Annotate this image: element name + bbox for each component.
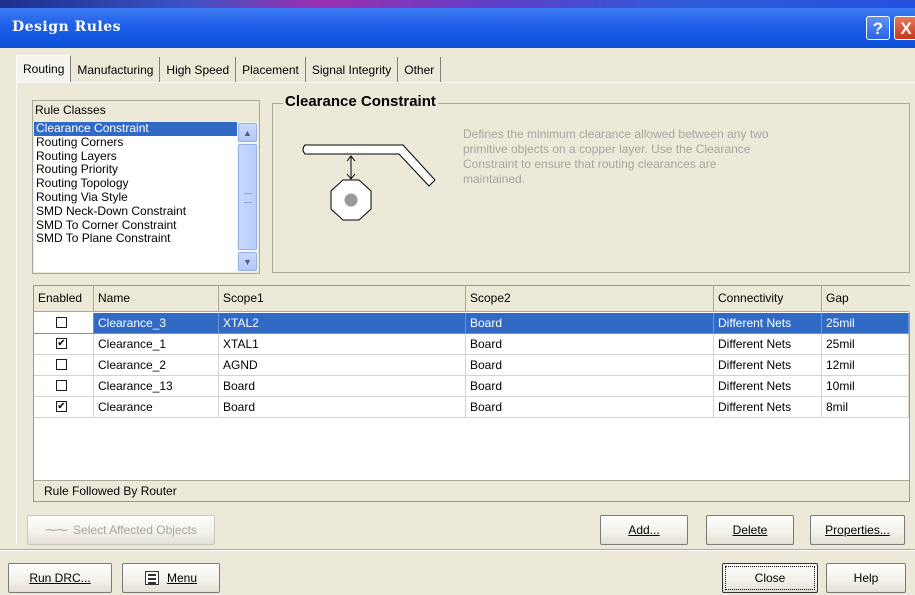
scroll-thumb[interactable]	[238, 144, 257, 250]
rule-class-smd-neck-down[interactable]: SMD Neck-Down Constraint	[34, 204, 237, 219]
close-icon[interactable]: X	[894, 16, 915, 40]
tab-routing[interactable]: Routing	[16, 55, 72, 82]
name-cell[interactable]: Clearance_2	[94, 355, 219, 376]
rule-class-routing-topology[interactable]: Routing Topology	[34, 176, 237, 191]
enabled-cell[interactable]	[34, 376, 94, 397]
properties-button-label: Properties...	[825, 523, 890, 537]
delete-button[interactable]: Delete	[706, 515, 794, 545]
grid-footer: Rule Followed By Router	[34, 480, 909, 501]
enabled-checkbox[interactable]	[56, 359, 67, 370]
enabled-checkbox[interactable]: ✔	[56, 317, 67, 328]
scope2-cell[interactable]: Board	[466, 397, 714, 418]
scope1-cell[interactable]: XTAL2	[219, 313, 466, 334]
help-button[interactable]: Help	[826, 563, 906, 593]
column-enabled[interactable]: Enabled	[34, 286, 94, 312]
scope1-cell[interactable]: Board	[219, 376, 466, 397]
enabled-cell[interactable]: ✔	[34, 334, 94, 355]
delete-button-label: Delete	[732, 523, 768, 537]
scope2-cell[interactable]: Board	[466, 313, 714, 334]
close-button[interactable]: Close	[722, 563, 818, 593]
constraint-description: Defines the minimum clearance allowed be…	[463, 127, 769, 186]
menu-label: Menu	[166, 571, 198, 585]
rule-class-routing-priority[interactable]: Routing Priority	[34, 163, 237, 177]
enabled-checkbox[interactable]: ✔	[56, 401, 67, 412]
column-scope1[interactable]: Scope1	[219, 286, 466, 312]
enabled-checkbox[interactable]	[56, 380, 67, 391]
gap-cell[interactable]: 12mil	[822, 355, 909, 376]
column-scope2[interactable]: Scope2	[466, 286, 714, 312]
clearance-diagram	[302, 144, 436, 221]
scope2-cell[interactable]: Board	[466, 355, 714, 376]
title-bar[interactable]: Design Rules ? X	[0, 8, 915, 48]
gap-cell[interactable]: 10mil	[822, 376, 909, 397]
scope2-cell[interactable]: Board	[466, 334, 714, 355]
scope2-cell[interactable]: Board	[466, 376, 714, 397]
scope1-cell[interactable]: AGND	[219, 355, 466, 376]
rule-classes-list[interactable]: Clearance Constraint Routing Corners Rou…	[34, 122, 237, 272]
enabled-cell[interactable]	[34, 355, 94, 376]
column-gap[interactable]: Gap	[822, 286, 909, 312]
table-row[interactable]: ✔ Clearance_1 XTAL1 Board Different Nets…	[34, 334, 911, 355]
menu-icon	[144, 571, 159, 585]
table-row[interactable]: Clearance_13 Board Board Different Nets …	[34, 376, 911, 397]
help-button-label: Help	[853, 571, 879, 585]
rule-class-routing-layers[interactable]: Routing Layers	[34, 149, 237, 164]
tab-placement[interactable]: Placement	[236, 57, 306, 82]
add-button-label: Add...	[628, 523, 660, 537]
rule-classes-scrollbar[interactable]: ▲ ▼	[237, 122, 258, 272]
column-name[interactable]: Name	[94, 286, 219, 312]
rule-class-smd-to-corner[interactable]: SMD To Corner Constraint	[34, 218, 237, 233]
tab-strip: Routing Manufacturing High Speed Placeme…	[16, 55, 442, 82]
table-row[interactable]: Clearance_2 AGND Board Different Nets 12…	[34, 355, 911, 376]
connectivity-cell[interactable]: Different Nets	[714, 376, 822, 397]
scroll-up-icon[interactable]: ▲	[238, 123, 257, 142]
connectivity-cell[interactable]: Different Nets	[714, 334, 822, 355]
select-affected-objects-button[interactable]: ⁓⁓ Select Affected Objects	[27, 515, 215, 545]
rule-class-routing-corners[interactable]: Routing Corners	[34, 135, 237, 150]
help-icon[interactable]: ?	[866, 16, 890, 40]
grip-icon	[244, 193, 252, 203]
name-cell[interactable]: Clearance_3	[94, 313, 219, 334]
column-connectivity[interactable]: Connectivity	[714, 286, 822, 312]
desktop-strip	[0, 0, 915, 8]
gap-cell[interactable]: 25mil	[822, 334, 909, 355]
tab-signal-integrity[interactable]: Signal Integrity	[305, 57, 399, 82]
menu-button[interactable]: Menu	[122, 563, 220, 593]
table-row[interactable]: ✔ Clearance Board Board Different Nets 8…	[34, 397, 911, 418]
table-row[interactable]: ✔ Clearance_3 XTAL2 Board Different Nets…	[34, 313, 911, 334]
gap-cell[interactable]: 25mil	[822, 313, 909, 334]
rule-class-smd-to-plane[interactable]: SMD To Plane Constraint	[34, 232, 237, 246]
close-button-label: Close	[754, 571, 786, 585]
scope1-cell[interactable]: Board	[219, 397, 466, 418]
rule-class-routing-via-style[interactable]: Routing Via Style	[34, 190, 237, 205]
enabled-cell[interactable]: ✔	[34, 397, 94, 418]
scroll-down-icon[interactable]: ▼	[238, 252, 257, 271]
properties-button[interactable]: Properties...	[810, 515, 905, 545]
scope1-cell[interactable]: XTAL1	[219, 334, 466, 355]
enabled-cell[interactable]: ✔	[34, 313, 94, 334]
tab-other[interactable]: Other	[398, 57, 442, 82]
divider	[0, 549, 915, 551]
grid-header: Enabled Name Scope1 Scope2 Connectivity …	[34, 286, 911, 312]
name-cell[interactable]: Clearance	[94, 397, 219, 418]
tab-manufacturing[interactable]: Manufacturing	[71, 57, 161, 82]
name-cell[interactable]: Clearance_13	[94, 376, 219, 397]
connectivity-cell[interactable]: Different Nets	[714, 313, 822, 334]
run-drc-button[interactable]: Run DRC...	[8, 563, 112, 593]
rules-grid[interactable]: Enabled Name Scope1 Scope2 Connectivity …	[33, 285, 911, 502]
rule-classes-header: Rule Classes	[35, 103, 106, 117]
constraint-title: Clearance Constraint	[283, 93, 438, 110]
select-affected-label: Select Affected Objects	[73, 523, 197, 537]
connectivity-cell[interactable]: Different Nets	[714, 397, 822, 418]
run-drc-label: Run DRC...	[29, 571, 91, 585]
gap-cell[interactable]: 8mil	[822, 397, 909, 418]
tab-high-speed[interactable]: High Speed	[160, 57, 237, 82]
add-button[interactable]: Add...	[600, 515, 688, 545]
rule-class-clearance-constraint[interactable]: Clearance Constraint	[34, 122, 237, 136]
select-objects-icon: ⁓⁓	[45, 523, 68, 537]
connectivity-cell[interactable]: Different Nets	[714, 355, 822, 376]
enabled-checkbox[interactable]: ✔	[56, 338, 67, 349]
name-cell[interactable]: Clearance_1	[94, 334, 219, 355]
window-title: Design Rules	[12, 19, 122, 35]
